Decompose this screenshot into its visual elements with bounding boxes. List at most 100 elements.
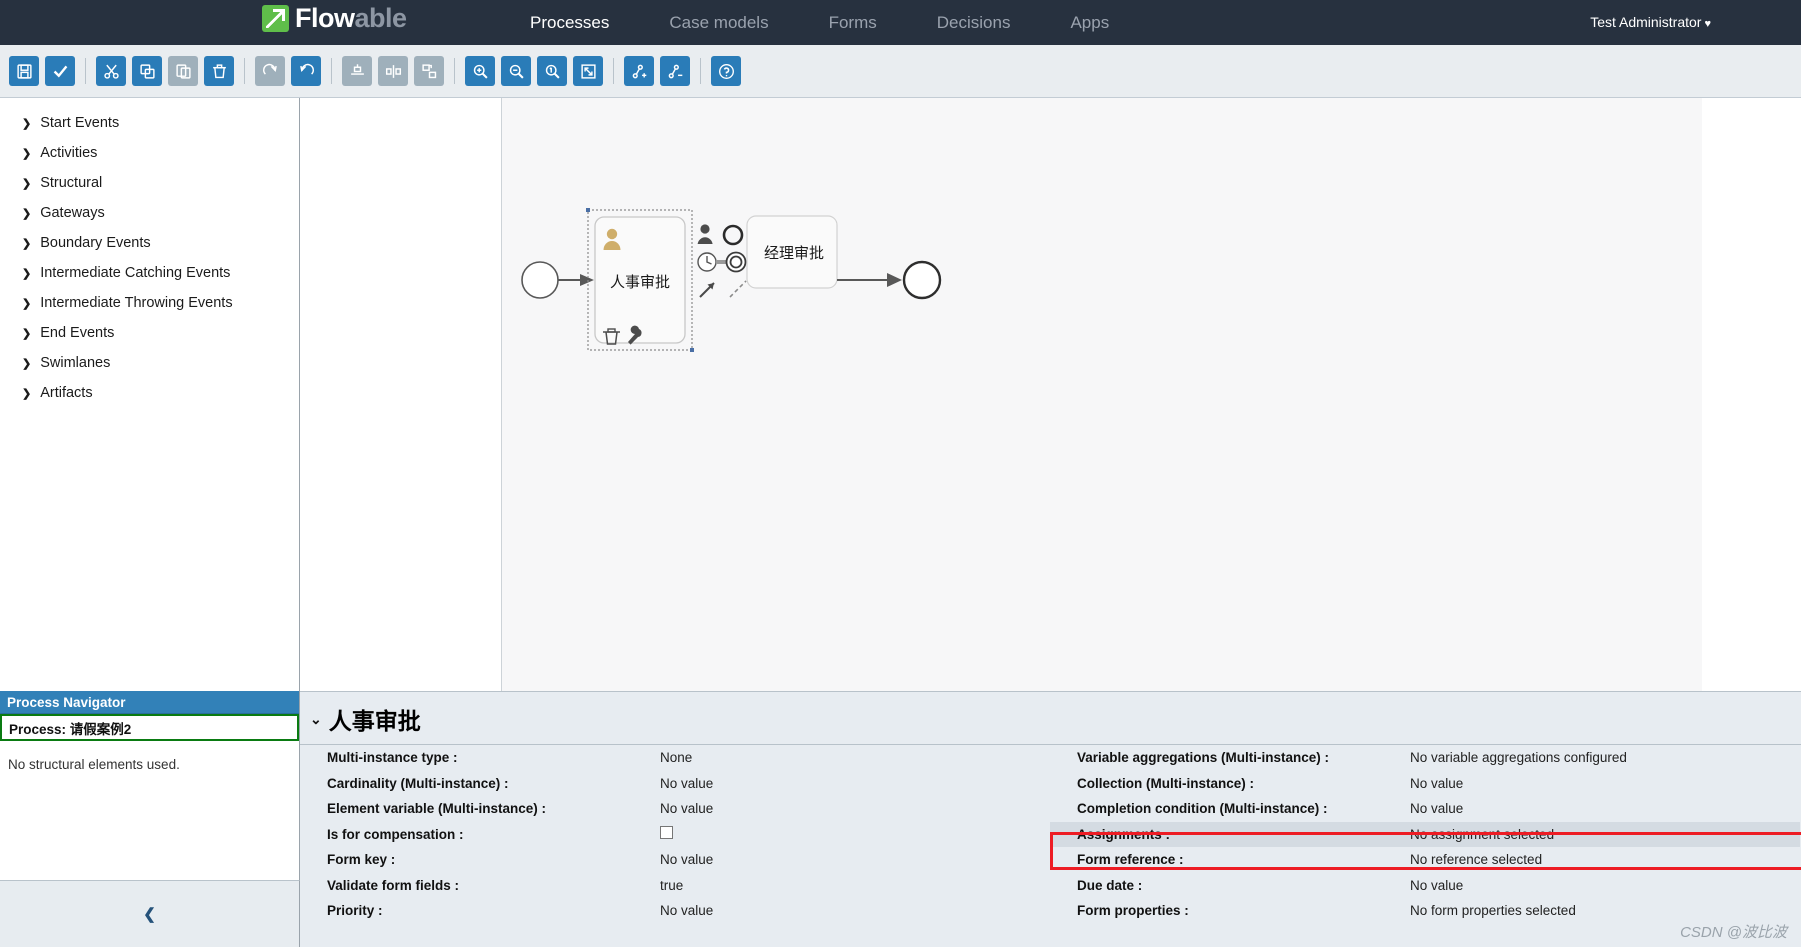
properties-grid: Multi-instance type : None Cardinality (… [300,745,1801,924]
nav-tab-decisions[interactable]: Decisions [907,0,1041,45]
quick-menu-user-task-icon[interactable] [697,224,713,244]
resize-handle[interactable] [586,208,590,212]
toolbar-divider [454,58,455,84]
palette-group-intermediate-catching-events[interactable]: ❯ Intermediate Catching Events [0,258,299,288]
property-row-variable-aggregations[interactable]: Variable aggregations (Multi-instance) :… [1050,745,1800,771]
nav-tab-case-models[interactable]: Case models [639,0,798,45]
bpmn-canvas[interactable]: 人事审批 经理审批 [501,98,1702,691]
property-value: No value [1410,877,1464,893]
property-label: Cardinality (Multi-instance) : [327,775,509,791]
start-event[interactable] [521,261,559,299]
property-value: None [660,750,693,766]
align-horizontal-button[interactable] [378,56,408,86]
flowable-logo[interactable]: Flowable [262,5,407,32]
palette-group-label: Swimlanes [40,355,111,371]
toolbar-divider [331,58,332,84]
palette-group-label: Artifacts [40,385,93,401]
property-label: Validate form fields : [327,877,460,893]
user-menu-label: Test Administrator [1590,14,1702,30]
process-navigator-process-row[interactable]: Process: 请假案例2 [0,714,299,741]
property-row-multi-instance-type[interactable]: Multi-instance type : None [300,745,1050,771]
resize-handle[interactable] [690,348,694,352]
property-row-form-reference[interactable]: Form reference : No reference selected [1050,847,1800,873]
property-row-cardinality[interactable]: Cardinality (Multi-instance) : No value [300,771,1050,797]
nav-tab-apps[interactable]: Apps [1040,0,1139,45]
quick-menu-end-event-icon[interactable] [725,251,747,273]
redo-button[interactable] [255,56,285,86]
main-nav-tabs: Processes Case models Forms Decisions Ap… [500,0,1139,45]
delete-button[interactable] [204,56,234,86]
palette-group-activities[interactable]: ❯ Activities [0,138,299,168]
palette-group-structural[interactable]: ❯ Structural [0,168,299,198]
property-row-due-date[interactable]: Due date : No value [1050,873,1800,899]
toolbar-divider [85,58,86,84]
process-navigator-process-label: Process: [9,722,67,737]
palette-group-label: Intermediate Catching Events [40,265,231,281]
palette-group-label: Gateways [40,205,105,221]
property-row-collection[interactable]: Collection (Multi-instance) : No value [1050,771,1800,797]
quick-menu-task-icon[interactable] [722,224,744,246]
property-value: No value [660,852,714,868]
zoom-actual-button[interactable] [537,56,567,86]
canvas-right-gutter [1702,98,1801,691]
property-label: Due date : [1077,877,1143,893]
bpmn-diagram: 人事审批 经理审批 [521,208,942,352]
toolbar-divider [700,58,701,84]
property-row-form-key[interactable]: Form key : No value [300,847,1050,873]
quick-menu-association-icon[interactable] [729,280,747,298]
chevron-down-icon: ♥ [1704,18,1711,30]
zoom-out-button[interactable] [501,56,531,86]
copy-button[interactable] [132,56,162,86]
quick-menu-sequence-flow-icon[interactable] [699,282,715,298]
property-value: true [660,877,684,893]
palette-group-start-events[interactable]: ❯ Start Events [0,108,299,138]
palette-group-label: Boundary Events [40,235,151,251]
property-row-completion-condition[interactable]: Completion condition (Multi-instance) : … [1050,796,1800,822]
cut-button[interactable] [96,56,126,86]
process-navigator-title: Process Navigator [0,691,299,714]
quick-menu-timer-event-icon[interactable] [697,252,717,272]
nav-tab-processes[interactable]: Processes [500,0,639,45]
remove-bendpoint-button[interactable] [660,56,690,86]
property-value [660,826,673,842]
paste-button[interactable] [168,56,198,86]
property-row-element-variable[interactable]: Element variable (Multi-instance) : No v… [300,796,1050,822]
nav-tab-forms[interactable]: Forms [799,0,907,45]
undo-button[interactable] [291,56,321,86]
chevron-right-icon: ❯ [22,147,32,160]
zoom-fit-button[interactable] [573,56,603,86]
same-size-button[interactable] [414,56,444,86]
property-row-form-properties[interactable]: Form properties : No form properties sel… [1050,898,1800,924]
help-button[interactable] [711,56,741,86]
chevron-right-icon: ❯ [22,267,32,280]
add-bendpoint-button[interactable] [624,56,654,86]
save-button[interactable] [9,56,39,86]
task-label: 人事审批 [610,274,670,291]
property-row-is-for-compensation[interactable]: Is for compensation : [300,822,1050,848]
palette-group-gateways[interactable]: ❯ Gateways [0,198,299,228]
properties-panel: ⌄ 人事审批 Multi-instance type : None Cardin… [300,691,1801,947]
property-value: No value [660,801,714,817]
collapse-panel-button[interactable]: ❮ [0,880,300,947]
palette-group-boundary-events[interactable]: ❯ Boundary Events [0,228,299,258]
align-vertical-button[interactable] [342,56,372,86]
property-row-priority[interactable]: Priority : No value [300,898,1050,924]
properties-panel-header[interactable]: ⌄ 人事审批 [300,692,1801,745]
palette-group-intermediate-throwing-events[interactable]: ❯ Intermediate Throwing Events [0,288,299,318]
palette-group-artifacts[interactable]: ❯ Artifacts [0,378,299,408]
property-row-assignments[interactable]: Assignments : No assignment selected [1050,821,1800,847]
is-for-compensation-checkbox[interactable] [660,826,673,840]
palette-group-end-events[interactable]: ❯ End Events [0,318,299,348]
zoom-in-button[interactable] [465,56,495,86]
top-navigation-bar: Flowable Processes Case models Forms Dec… [0,0,1801,45]
property-value: No value [660,775,714,791]
palette-group-label: End Events [40,325,115,341]
user-menu[interactable]: Test Administrator ♥ [1590,0,1711,47]
end-event[interactable] [902,260,942,300]
property-label: Form key : [327,852,396,868]
property-row-validate-form-fields[interactable]: Validate form fields : true [300,873,1050,899]
property-label: Completion condition (Multi-instance) : [1077,801,1328,817]
palette-group-swimlanes[interactable]: ❯ Swimlanes [0,348,299,378]
validate-button[interactable] [45,56,75,86]
chevron-right-icon: ❯ [22,327,32,340]
